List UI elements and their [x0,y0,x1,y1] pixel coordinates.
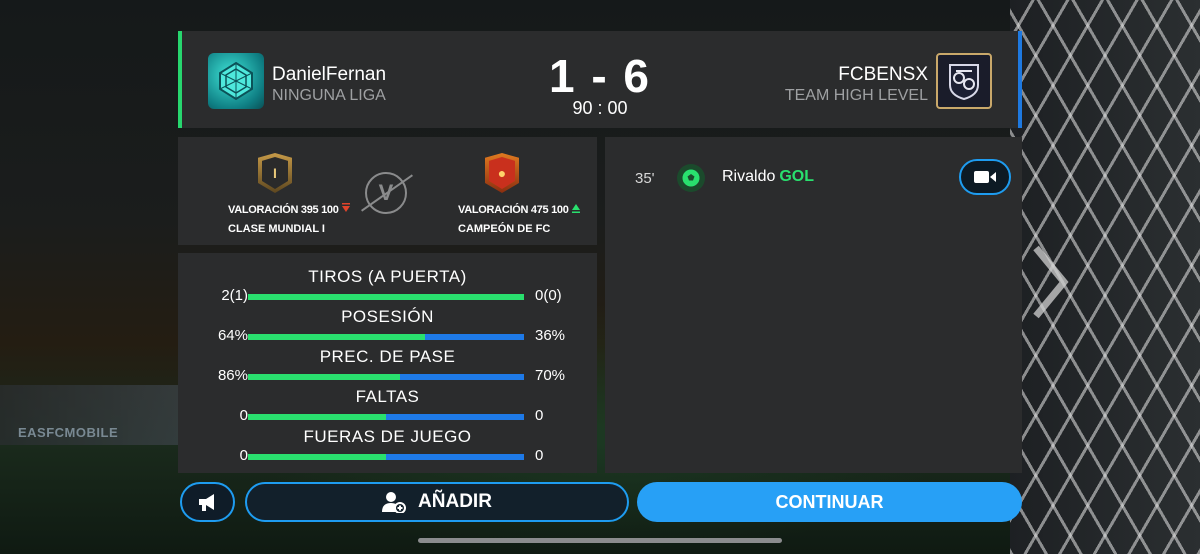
video-replay-button[interactable] [959,159,1011,195]
announce-button[interactable] [180,482,235,522]
away-rating: VALORACIÓN 475 100 [458,203,581,216]
event-type: GOL [779,168,815,185]
soccer-ball-badge-icon: ● [489,157,515,189]
away-team-league: TEAM HIGH LEVEL [784,87,928,104]
match-events-panel: 35' Rivaldo GOL [605,137,1022,473]
home-rating: VALORACIÓN 395 100 [228,203,351,216]
home-rank: CLASE MUNDIAL I [228,223,325,235]
chevron-right-icon[interactable] [1022,236,1078,328]
video-camera-icon [974,171,996,183]
event-player: Rivaldo [722,168,776,185]
score-panel: DanielFernan NINGUNA LIGA 1 - 6 90 : 00 … [178,31,1022,128]
stat-away-value: 0 [535,447,544,464]
rank-badge-home-label: I [262,157,288,189]
stat-title: FUERAS DE JUEGO [303,427,472,446]
stat-title: FALTAS [355,387,420,406]
stadium-banner: EASFCMOBILE [0,385,180,445]
event-description: Rivaldo GOL [722,168,814,186]
ratings-panel: I VALORACIÓN 395 100 CLASE MUNDIAL I V ●… [178,137,597,245]
stat-title: POSESIÓN [341,307,434,326]
continue-button[interactable]: CONTINUAR [637,482,1022,522]
home-indicator[interactable] [418,538,782,543]
home-rating-text: VALORACIÓN 395 100 [228,204,339,216]
stat-title: TIROS (A PUERTA) [308,267,467,286]
stat-bar [248,454,524,460]
add-friend-icon [382,492,407,513]
megaphone-icon [198,494,214,511]
event-minute: 35' [635,170,655,187]
stat-home-value: 0 [239,447,248,464]
banner-text: EASFCMOBILE [18,425,119,440]
away-team-name: FCBENSX [838,64,928,85]
match-stats-panel: TIROS (A PUERTA) 2(1) 0(0) POSESIÓN 64% … [178,253,597,473]
add-button-label: AÑADIR [418,491,492,512]
continue-button-label: CONTINUAR [775,491,884,512]
shield-crest-icon [949,64,979,101]
stat-row: FUERAS DE JUEGO 0 0 [178,413,597,464]
stat-row: TIROS (A PUERTA) 2(1) 0(0) [178,253,597,304]
away-rating-text: VALORACIÓN 475 100 [458,204,569,216]
arrow-up-icon [572,204,581,213]
rank-badge-away: ● [485,153,519,193]
stat-row: FALTAS 0 0 [178,373,597,424]
away-rank: CAMPEÓN DE FC [458,223,551,235]
soccer-ball-icon [677,164,705,192]
add-friend-button[interactable]: AÑADIR [245,482,629,522]
away-team-crest [936,53,992,109]
stat-row: PREC. DE PASE 86% 70% [178,333,597,384]
arrow-down-icon [342,203,351,212]
stat-row: POSESIÓN 64% 36% [178,293,597,344]
stat-title: PREC. DE PASE [319,347,456,366]
stat-bar-home-fill [248,454,386,460]
rank-badge-home: I [258,153,292,193]
